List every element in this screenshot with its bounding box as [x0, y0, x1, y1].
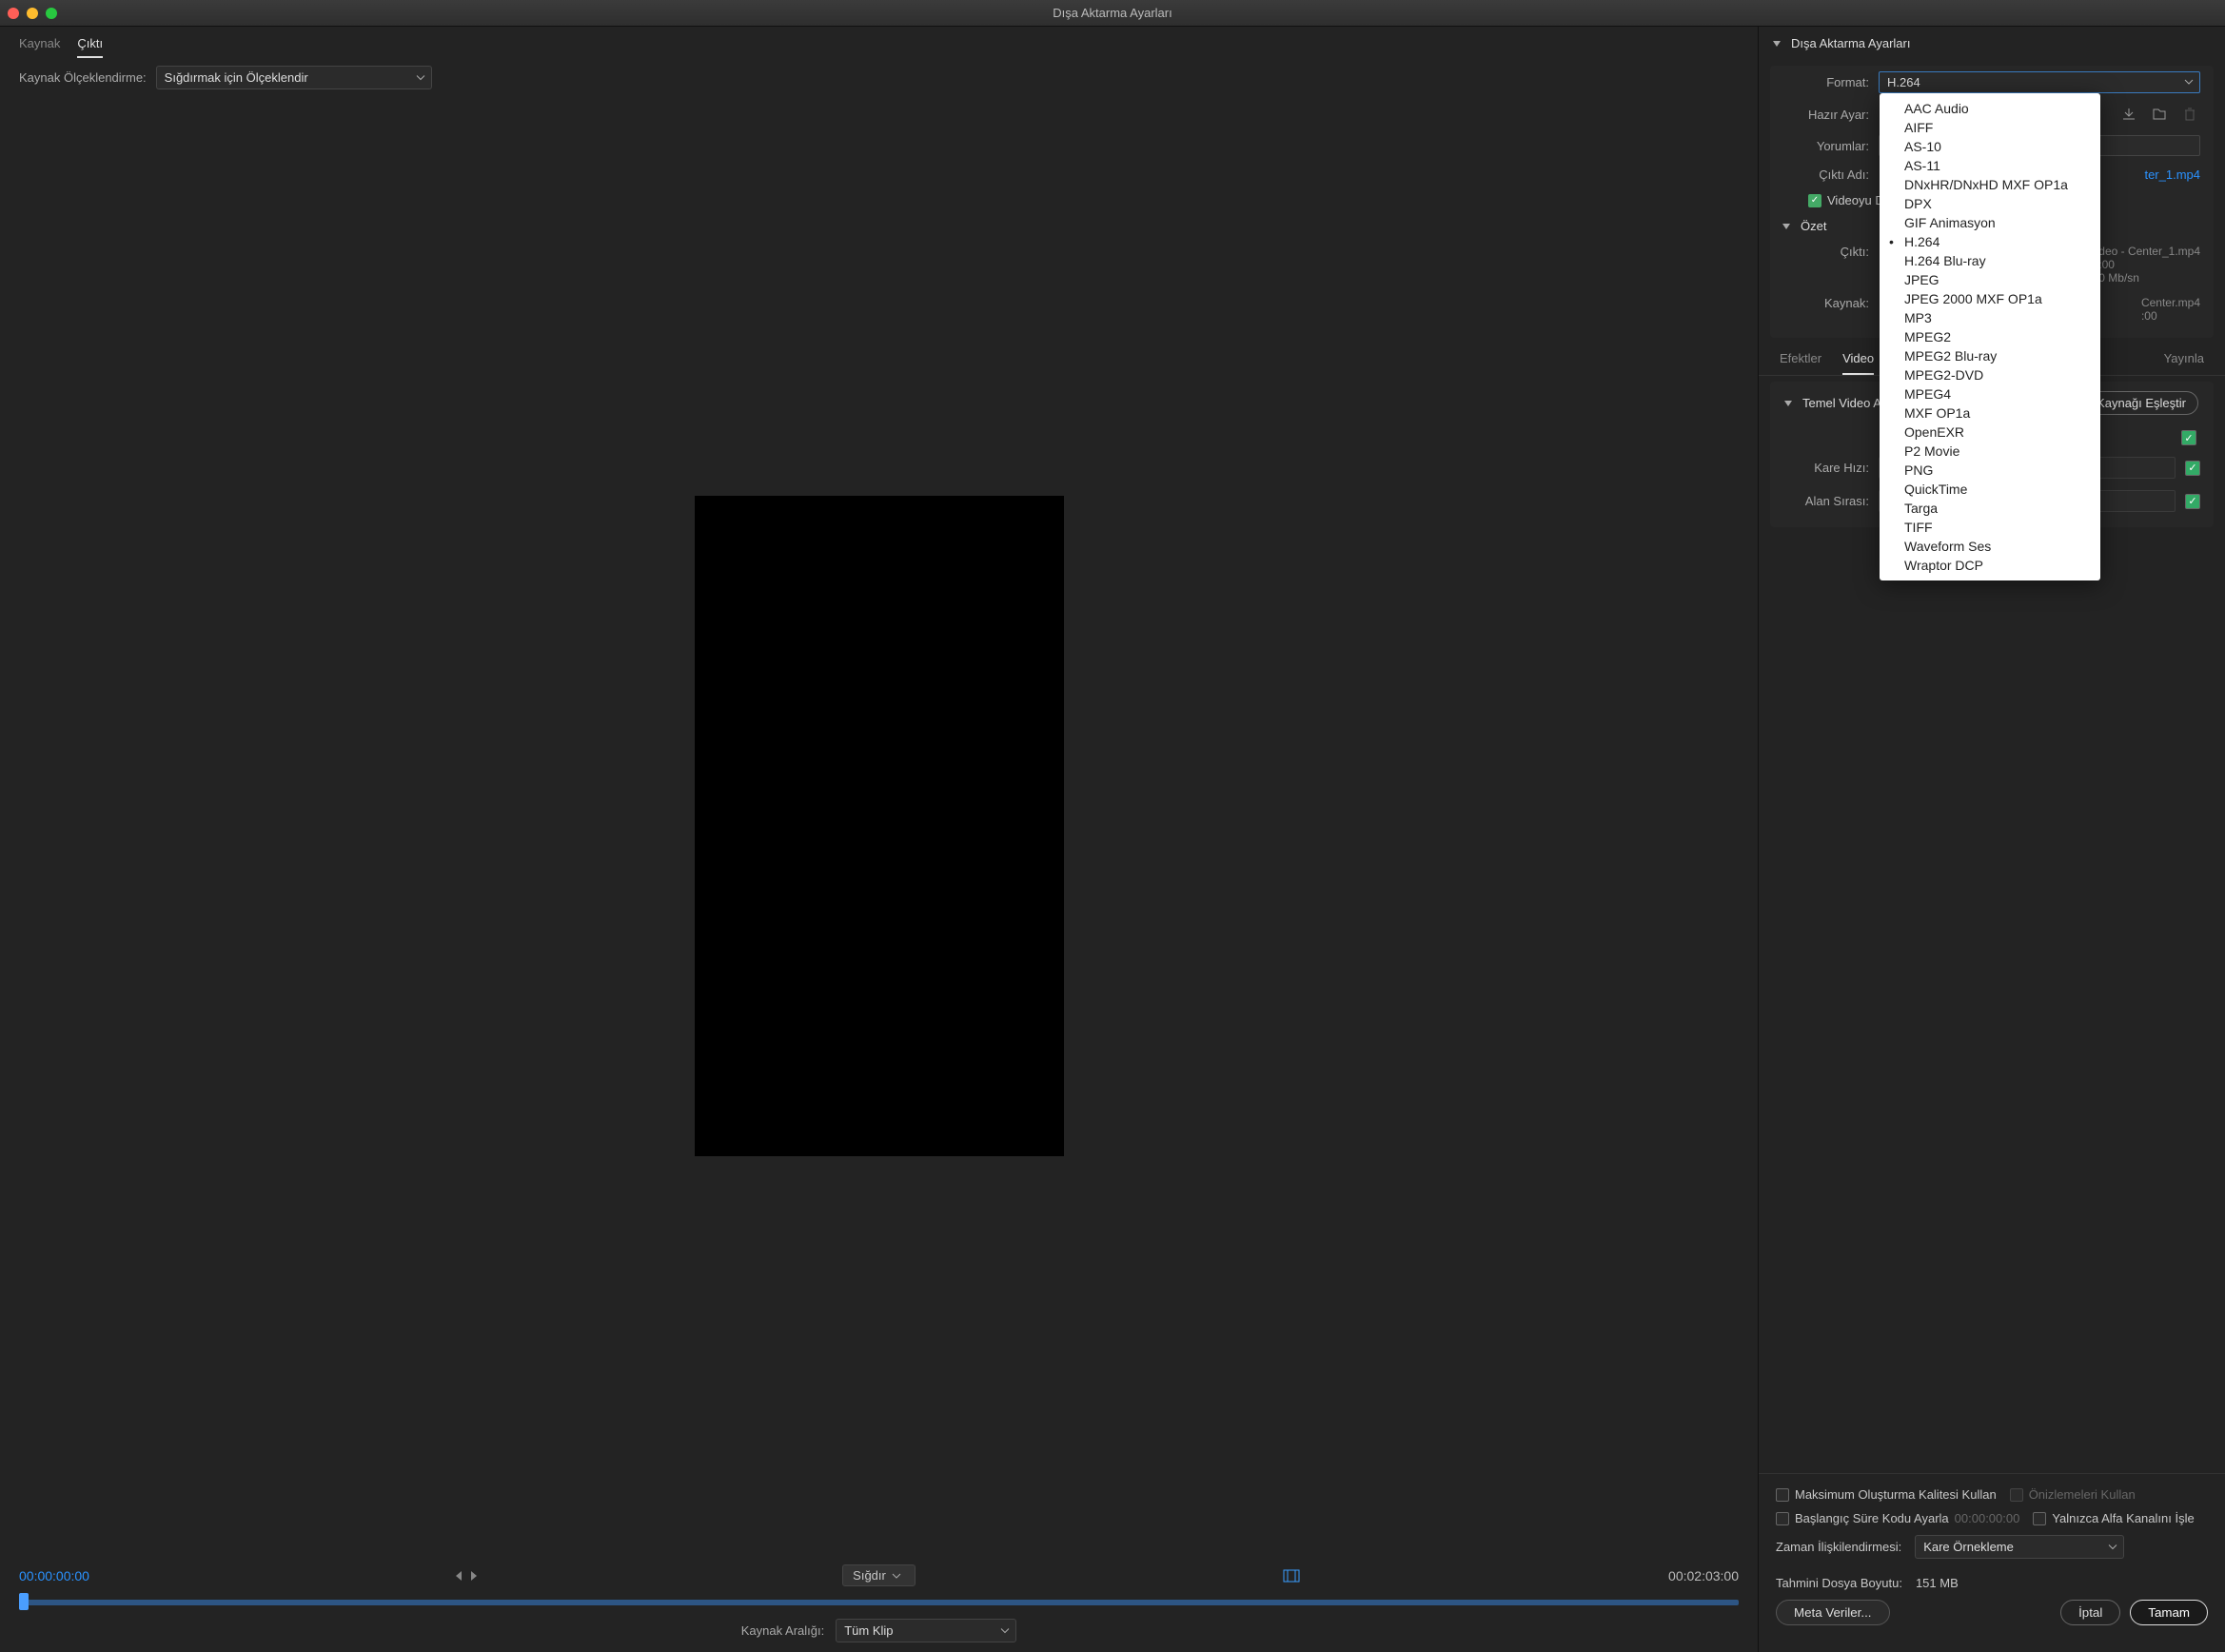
format-select[interactable]: H.264 AAC AudioAIFFAS-10AS-11DNxHR/DNxHD… [1879, 71, 2200, 93]
format-option[interactable]: MXF OP1a [1880, 403, 2100, 423]
alpha-only-checkbox[interactable] [2033, 1512, 2046, 1525]
est-size-value: 151 MB [1916, 1576, 1959, 1590]
save-preset-icon[interactable] [2118, 105, 2139, 124]
preview-canvas [695, 496, 1064, 1156]
start-timecode-checkbox[interactable] [1776, 1512, 1789, 1525]
import-preset-icon[interactable] [2149, 105, 2170, 124]
comments-label: Yorumlar: [1783, 139, 1869, 153]
minimize-window-icon[interactable] [27, 8, 38, 19]
format-option[interactable]: DPX [1880, 194, 2100, 213]
out-timecode: 00:02:03:00 [1668, 1568, 1739, 1583]
link-dimensions-checkbox[interactable] [2181, 430, 2196, 445]
time-interp-label: Zaman İlişkilendirmesi: [1776, 1540, 1901, 1554]
playhead-icon[interactable] [19, 1593, 29, 1610]
field-order-label: Alan Sırası: [1783, 494, 1869, 508]
alpha-only-label: Yalnızca Alfa Kanalını İşle [2052, 1511, 2194, 1525]
step-back-icon[interactable] [456, 1571, 462, 1581]
scaling-label: Kaynak Ölçeklendirme: [19, 70, 147, 85]
step-forward-icon[interactable] [471, 1571, 477, 1581]
maximize-window-icon[interactable] [46, 8, 57, 19]
timeline-track[interactable] [19, 1600, 1739, 1605]
max-quality-checkbox[interactable] [1776, 1488, 1789, 1502]
format-option[interactable]: OpenEXR [1880, 423, 2100, 442]
format-option[interactable]: Wraptor DCP [1880, 556, 2100, 575]
format-option[interactable]: MPEG2 Blu-ray [1880, 346, 2100, 365]
fit-select[interactable]: Sığdır [842, 1564, 916, 1586]
format-option[interactable]: MPEG2-DVD [1880, 365, 2100, 384]
export-settings-heading[interactable]: Dışa Aktarma Ayarları [1759, 27, 2225, 60]
format-option[interactable]: Waveform Ses [1880, 537, 2100, 556]
match-source-button[interactable]: Kaynağı Eşleştir [2084, 391, 2198, 415]
preview-area [0, 97, 1758, 1555]
aspect-crop-icon[interactable] [1281, 1566, 1302, 1585]
tab-output[interactable]: Çıktı [77, 36, 103, 58]
summary-label[interactable]: Özet [1801, 219, 1826, 233]
format-option[interactable]: AS-11 [1880, 156, 2100, 175]
in-timecode[interactable]: 00:00:00:00 [19, 1568, 89, 1583]
format-option[interactable]: DNxHR/DNxHD MXF OP1a [1880, 175, 2100, 194]
format-option[interactable]: MPEG4 [1880, 384, 2100, 403]
export-video-label: Videoyu D [1827, 193, 1884, 207]
format-option[interactable]: JPEG [1880, 270, 2100, 289]
time-interp-select[interactable]: Kare Örnekleme [1915, 1535, 2124, 1559]
est-size-label: Tahmini Dosya Boyutu: [1776, 1576, 1902, 1590]
summary-output-label: Çıktı: [1783, 245, 1869, 259]
tab-effects[interactable]: Efektler [1780, 351, 1821, 375]
metadata-button[interactable]: Meta Veriler... [1776, 1600, 1890, 1625]
use-previews-label: Önizlemeleri Kullan [2029, 1487, 2136, 1502]
tab-source[interactable]: Kaynak [19, 36, 60, 58]
range-label: Kaynak Aralığı: [741, 1623, 824, 1638]
window-title: Dışa Aktarma Ayarları [1053, 6, 1172, 20]
tab-publish[interactable]: Yayınla [2164, 351, 2204, 375]
format-option[interactable]: PNG [1880, 461, 2100, 480]
format-option[interactable]: TIFF [1880, 518, 2100, 537]
format-dropdown[interactable]: AAC AudioAIFFAS-10AS-11DNxHR/DNxHD MXF O… [1880, 93, 2100, 580]
output-name-link[interactable]: ter_1.mp4 [2144, 167, 2200, 182]
field-match-checkbox[interactable] [2185, 494, 2200, 509]
format-option[interactable]: JPEG 2000 MXF OP1a [1880, 289, 2100, 308]
format-option[interactable]: GIF Animasyon [1880, 213, 2100, 232]
format-option[interactable]: P2 Movie [1880, 442, 2100, 461]
delete-preset-icon [2179, 105, 2200, 124]
format-option[interactable]: Targa [1880, 499, 2100, 518]
range-select[interactable]: Tüm Klip [836, 1619, 1016, 1642]
basic-video-heading[interactable]: Temel Video A [1802, 396, 1881, 410]
tab-video[interactable]: Video [1842, 351, 1874, 375]
cancel-button[interactable]: İptal [2060, 1600, 2120, 1625]
use-previews-checkbox [2010, 1488, 2023, 1502]
start-timecode-label: Başlangıç Süre Kodu Ayarla [1795, 1511, 1949, 1525]
summary-source-label: Kaynak: [1783, 296, 1869, 310]
format-option[interactable]: QuickTime [1880, 480, 2100, 499]
scaling-select[interactable]: Sığdırmak için Ölçeklendir [156, 66, 432, 89]
format-option[interactable]: AAC Audio [1880, 99, 2100, 118]
ok-button[interactable]: Tamam [2130, 1600, 2208, 1625]
close-window-icon[interactable] [8, 8, 19, 19]
format-option[interactable]: MPEG2 [1880, 327, 2100, 346]
format-option[interactable]: H.264 [1880, 232, 2100, 251]
max-quality-label: Maksimum Oluşturma Kalitesi Kullan [1795, 1487, 1997, 1502]
format-option[interactable]: MP3 [1880, 308, 2100, 327]
format-option[interactable]: AIFF [1880, 118, 2100, 137]
export-video-checkbox[interactable] [1808, 194, 1821, 207]
format-label: Format: [1783, 75, 1869, 89]
format-option[interactable]: AS-10 [1880, 137, 2100, 156]
output-name-label: Çıktı Adı: [1783, 167, 1869, 182]
framerate-label: Kare Hızı: [1783, 461, 1869, 475]
preset-label: Hazır Ayar: [1783, 108, 1869, 122]
framerate-match-checkbox[interactable] [2185, 461, 2200, 476]
format-option[interactable]: H.264 Blu-ray [1880, 251, 2100, 270]
titlebar: Dışa Aktarma Ayarları [0, 0, 2225, 27]
